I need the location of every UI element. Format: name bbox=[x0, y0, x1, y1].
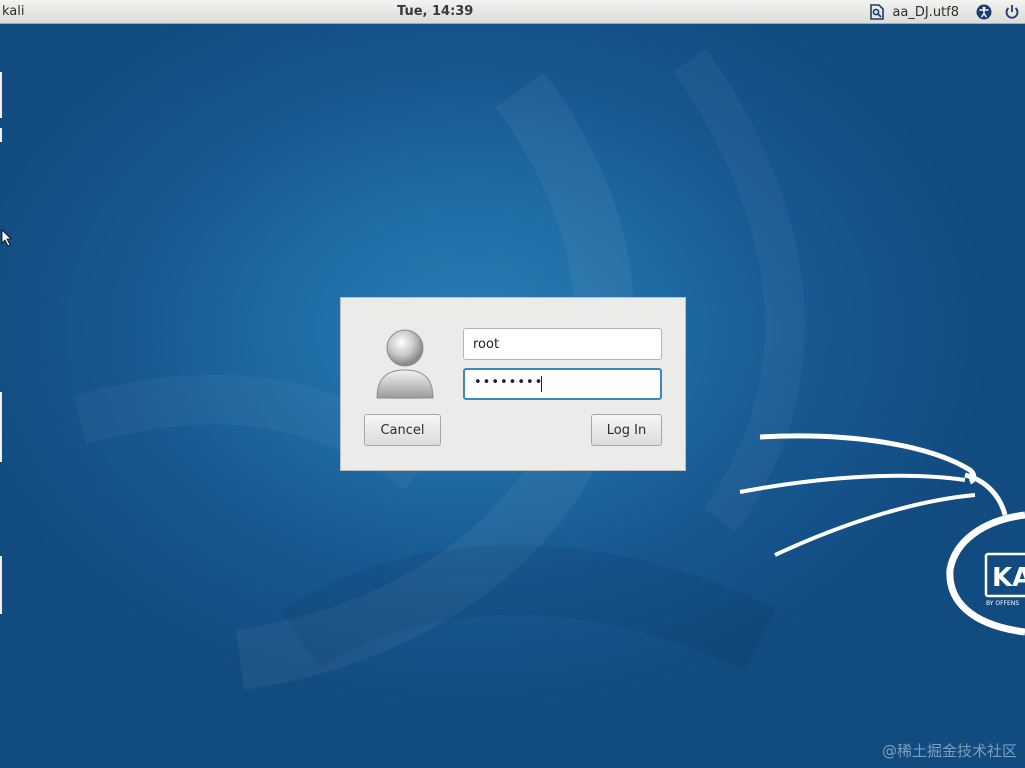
hostname-label: kali bbox=[2, 4, 25, 19]
keyboard-layout-icon bbox=[870, 4, 885, 20]
text-caret bbox=[541, 376, 542, 392]
watermark: @稀土掘金技术社区 bbox=[881, 742, 1017, 760]
mouse-cursor-icon bbox=[1, 229, 12, 247]
accessibility-icon[interactable] bbox=[975, 3, 993, 21]
logo-subtext: BY OFFENS bbox=[986, 600, 1019, 607]
top-panel: kali Tue, 14:39 aa_DJ.utf8 bbox=[0, 0, 1025, 24]
password-mask: •••••••• bbox=[474, 375, 544, 390]
power-icon[interactable] bbox=[1003, 3, 1021, 21]
kali-dragon-logo: KA BY OFFENS bbox=[739, 433, 1025, 636]
panel-indicators: aa_DJ.utf8 bbox=[866, 2, 1021, 22]
logo-text: KA bbox=[992, 563, 1025, 593]
cancel-button[interactable]: Cancel bbox=[364, 414, 441, 446]
desktop-background: KA BY OFFENS •••••••• bbox=[0, 0, 1025, 768]
clock[interactable]: Tue, 14:39 bbox=[397, 4, 473, 19]
edge-mark bbox=[0, 556, 2, 614]
keyboard-layout-label: aa_DJ.utf8 bbox=[892, 4, 959, 20]
password-field[interactable]: •••••••• bbox=[463, 368, 662, 400]
edge-mark bbox=[0, 128, 2, 142]
user-avatar-icon bbox=[376, 329, 434, 399]
login-button[interactable]: Log In bbox=[591, 414, 662, 446]
login-dialog: •••••••• Cancel Log In bbox=[340, 297, 686, 471]
keyboard-layout-button[interactable]: aa_DJ.utf8 bbox=[866, 2, 965, 22]
username-field[interactable] bbox=[463, 328, 662, 360]
edge-mark bbox=[0, 392, 2, 462]
edge-mark bbox=[0, 72, 2, 118]
